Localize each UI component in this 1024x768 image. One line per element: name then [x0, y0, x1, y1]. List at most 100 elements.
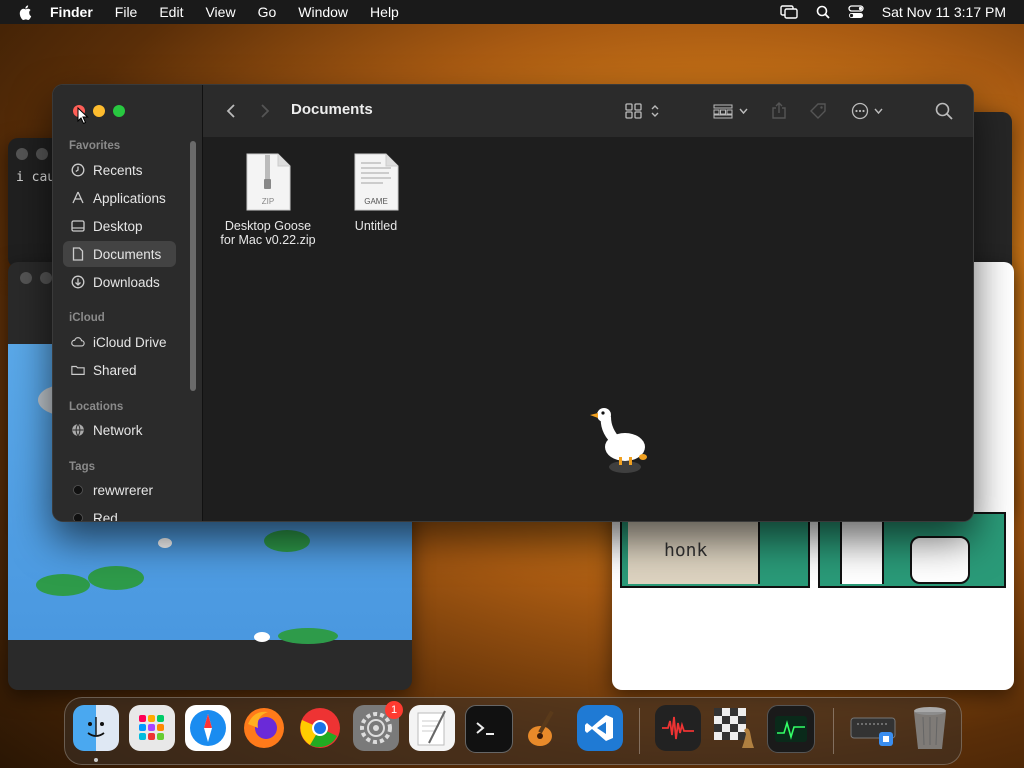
menu-go[interactable]: Go — [258, 4, 277, 20]
icon-view-icon — [625, 103, 659, 119]
file-type-badge: ZIP — [261, 197, 275, 206]
minimize-button[interactable] — [93, 105, 105, 117]
share-button[interactable] — [771, 101, 787, 121]
dock-activity-monitor[interactable] — [767, 705, 815, 753]
share-icon — [772, 102, 786, 119]
forward-button[interactable] — [259, 101, 271, 121]
sidebar-item-tag-red[interactable]: Red — [63, 505, 176, 522]
launchpad-grid-icon — [139, 715, 164, 740]
dock-system-settings[interactable]: 1 — [353, 701, 403, 751]
desktop-goose-sprite — [590, 408, 647, 473]
search-button[interactable] — [935, 101, 953, 121]
chess-icon — [714, 708, 754, 748]
chevron-right-icon — [261, 104, 270, 118]
game-file-icon: GAME — [353, 153, 399, 211]
compass-icon — [190, 710, 226, 746]
sidebar-section-locations: Locations — [69, 401, 124, 413]
sidebar-section-icloud: iCloud — [69, 312, 105, 324]
dock-chess[interactable] — [711, 705, 757, 751]
menu-bar: Finder File Edit View Go Window Help Sat… — [0, 0, 1024, 24]
file-name-line1: Untitled — [354, 219, 398, 233]
menu-edit[interactable]: Edit — [159, 4, 183, 20]
menu-help[interactable]: Help — [370, 4, 399, 20]
sidebar-item-applications[interactable]: Applications — [63, 185, 176, 211]
desktop-icon — [71, 219, 85, 233]
sidebar-item-shared[interactable]: Shared — [63, 357, 176, 383]
cloud-icon — [71, 335, 85, 349]
file-name-line2: for Mac v0.22.zip — [220, 233, 316, 247]
file-type-badge: GAME — [364, 197, 388, 206]
dock-garageband[interactable] — [521, 705, 567, 751]
comic-sign: honk — [628, 514, 760, 584]
sidebar-item-recents[interactable]: Recents — [63, 157, 176, 183]
menu-clock[interactable]: Sat Nov 11 3:17 PM — [882, 4, 1006, 20]
file-area[interactable]: ZIP Desktop Goose for Mac v0.22.zip GAME… — [203, 137, 973, 521]
lily-pad — [264, 530, 310, 552]
terminal-prompt-icon — [476, 722, 494, 735]
tag-icon — [810, 103, 826, 119]
dock-launchpad[interactable] — [129, 705, 175, 751]
control-center-icon[interactable] — [848, 5, 864, 19]
group-by-button[interactable] — [713, 101, 751, 121]
sidebar-item-label: iCloud Drive — [93, 334, 167, 350]
sidebar-item-label: Downloads — [93, 274, 160, 290]
sidebar-item-icloud-drive[interactable]: iCloud Drive — [63, 329, 176, 355]
sidebar-scrollbar[interactable] — [190, 141, 196, 391]
dock-audio-app[interactable] — [655, 705, 701, 751]
sidebar-section-tags: Tags — [69, 461, 95, 473]
sidebar-item-downloads[interactable]: Downloads — [63, 269, 176, 295]
finder-window[interactable]: Favorites Recents Applications Desktop D… — [52, 84, 974, 522]
terminal-text: i cau — [16, 170, 56, 185]
mouse-cursor-icon — [77, 107, 89, 125]
zip-file-icon: ZIP — [245, 153, 291, 211]
file-item-untitled[interactable]: GAME Untitled — [321, 153, 431, 233]
dock-safari[interactable] — [185, 705, 231, 751]
sidebar-item-tag-rewwrerer[interactable]: rewwrerer — [63, 477, 176, 503]
dock-firefox[interactable] — [241, 705, 287, 751]
sidebar-item-label: Red — [93, 510, 118, 522]
more-actions-icon — [851, 102, 883, 120]
water-lily — [158, 538, 172, 548]
dock-textedit[interactable] — [409, 705, 455, 751]
search-icon — [935, 102, 953, 120]
tags-button[interactable] — [809, 101, 827, 121]
dock-trash[interactable] — [907, 705, 953, 751]
menu-window[interactable]: Window — [298, 4, 348, 20]
dock: 1 — [64, 697, 962, 765]
file-item-desktop-goose-zip[interactable]: ZIP Desktop Goose for Mac v0.22.zip — [213, 153, 323, 247]
dock-finder[interactable] — [73, 705, 119, 751]
dock-terminal[interactable] — [465, 705, 513, 753]
view-mode-button[interactable] — [625, 101, 661, 121]
window-title: Documents — [291, 101, 373, 118]
clock-icon — [71, 163, 85, 177]
group-grid-icon — [713, 104, 748, 119]
dock-separator — [833, 708, 834, 754]
comic-panel-left: honk — [620, 512, 810, 588]
water-lily — [254, 632, 270, 642]
sidebar-item-desktop[interactable]: Desktop — [63, 213, 176, 239]
sidebar-item-network[interactable]: Network — [63, 417, 176, 443]
chevron-left-icon — [226, 104, 235, 118]
dock-vscode[interactable] — [577, 705, 623, 751]
textedit-icon — [417, 710, 446, 746]
chrome-icon — [300, 708, 340, 748]
vscode-icon — [585, 715, 613, 741]
dock-chrome[interactable] — [297, 705, 343, 751]
back-button[interactable] — [225, 101, 237, 121]
comic-sign-text: honk — [664, 540, 708, 561]
tag-dot-icon — [71, 511, 85, 521]
zoom-button[interactable] — [113, 105, 125, 117]
apple-menu-icon[interactable] — [18, 4, 34, 20]
spotlight-search-icon[interactable] — [816, 5, 830, 19]
sidebar-item-label: Documents — [93, 246, 162, 262]
menu-file[interactable]: File — [115, 4, 138, 20]
lily-pad — [278, 628, 338, 644]
menu-app-name[interactable]: Finder — [50, 4, 93, 20]
screen-mirroring-icon[interactable] — [780, 5, 798, 19]
activity-graph-icon — [775, 716, 807, 742]
sidebar-item-documents[interactable]: Documents — [63, 241, 176, 267]
download-icon — [71, 275, 85, 289]
dock-downloads-stack[interactable] — [849, 705, 899, 751]
menu-view[interactable]: View — [205, 4, 235, 20]
action-menu-button[interactable] — [851, 101, 887, 121]
